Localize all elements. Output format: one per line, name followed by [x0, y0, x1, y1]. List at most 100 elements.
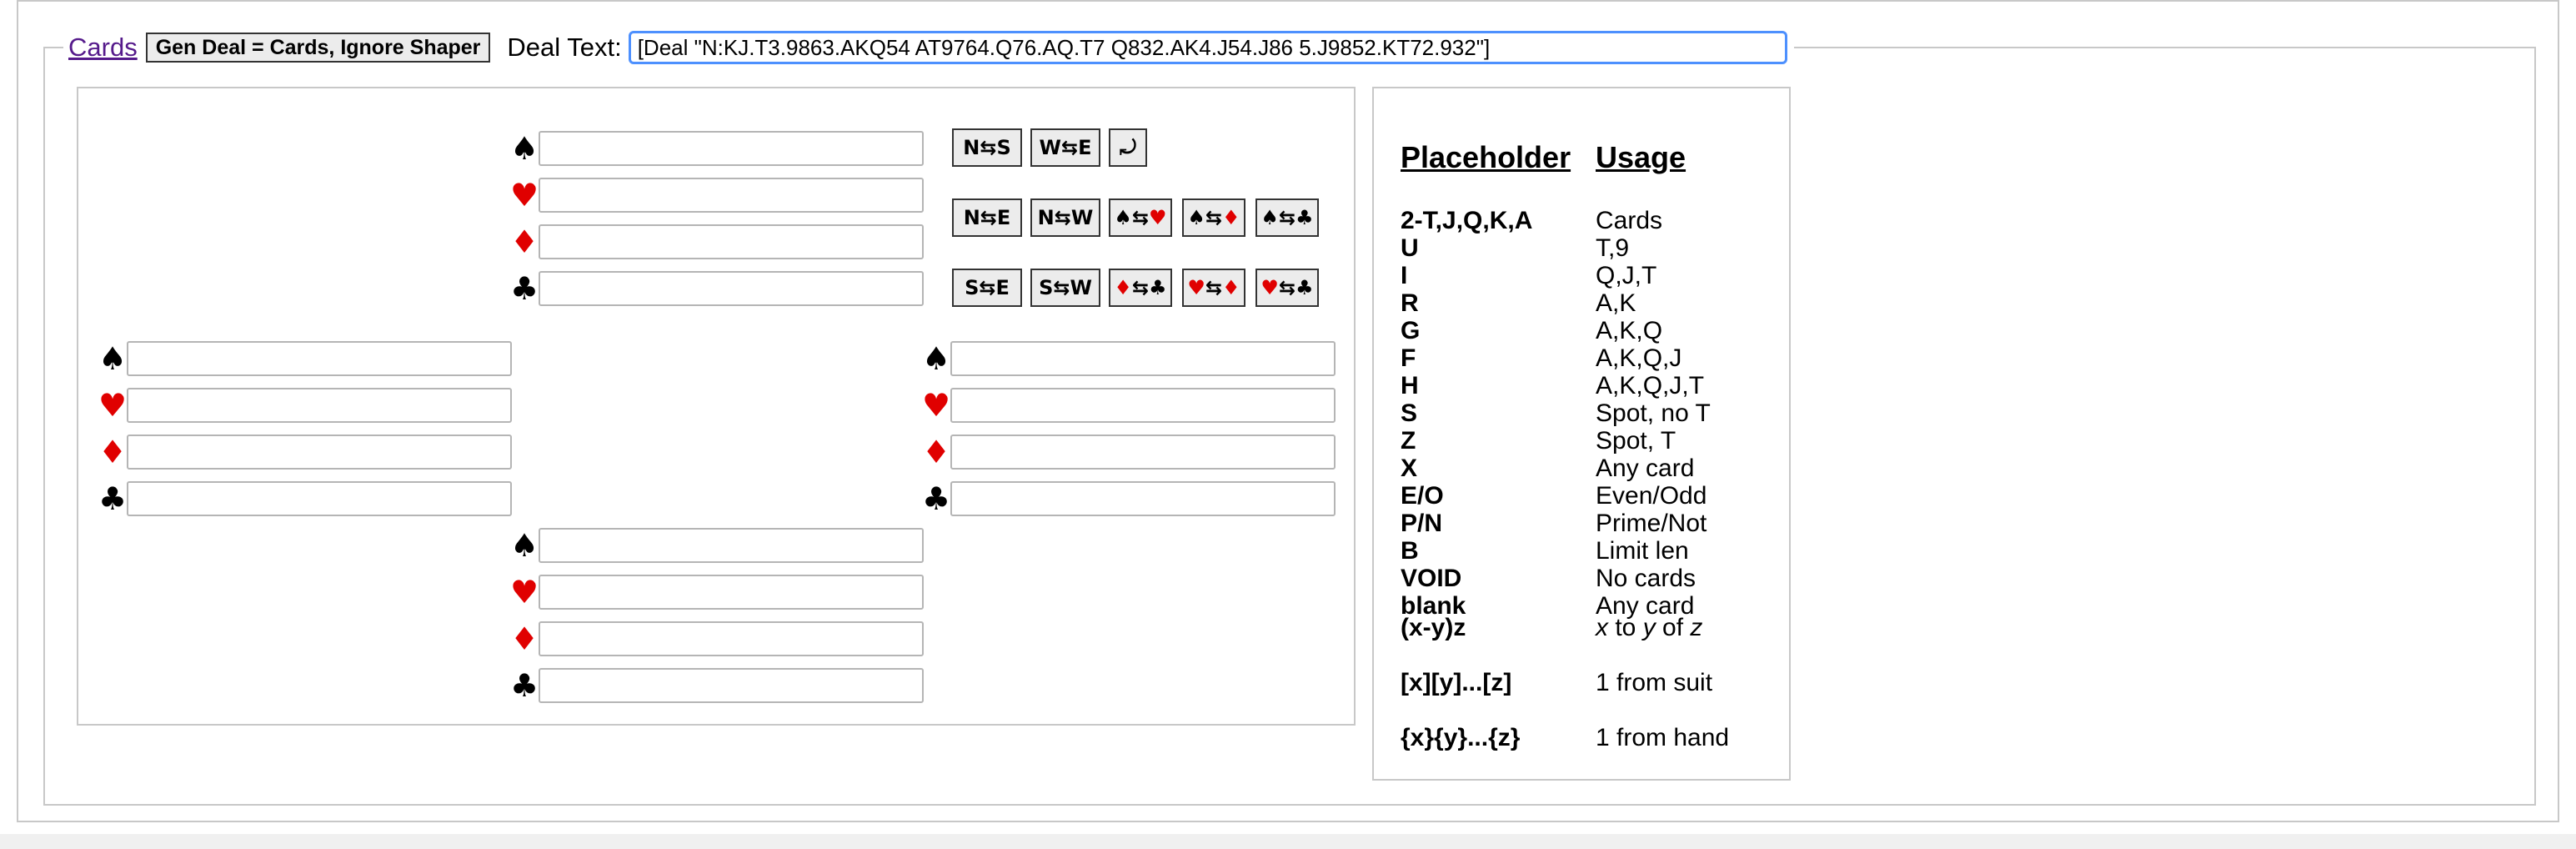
- diamond-icon: ♦: [1222, 206, 1240, 229]
- placeholder-row-range: (x-y)z x to y of z: [1401, 614, 1702, 641]
- placeholder-row: F A,K,Q,J: [1401, 344, 1681, 372]
- placeholder-usage: A,K,Q: [1596, 317, 1663, 344]
- diamond-icon: ♦: [1114, 276, 1132, 299]
- swap-arrow-icon: ⇆: [1278, 206, 1296, 229]
- north-spades-row: ♠: [510, 130, 924, 167]
- spade-icon: ♠: [510, 527, 539, 564]
- north-spades-input[interactable]: [539, 131, 924, 166]
- placeholder-row: Z Spot, T: [1401, 427, 1676, 455]
- east-hearts-input[interactable]: [950, 388, 1336, 423]
- cards-link[interactable]: Cards: [68, 33, 138, 63]
- placeholder-usage: Any card: [1596, 455, 1695, 482]
- placeholder-usage: Spot, T: [1596, 427, 1676, 455]
- placeholder-row: S Spot, no T: [1401, 399, 1711, 427]
- placeholder-key: R: [1401, 289, 1419, 317]
- south-hearts-input[interactable]: [539, 575, 924, 610]
- east-spades-row: ♠: [922, 340, 1336, 377]
- placeholder-row: P/N Prime/Not: [1401, 510, 1706, 537]
- south-clubs-row: ♣: [510, 667, 924, 704]
- swap-spades-hearts-button[interactable]: ♠ ⇆ ♥: [1109, 198, 1172, 237]
- south-spades-input[interactable]: [539, 528, 924, 563]
- placeholder-usage: No cards: [1596, 565, 1696, 592]
- placeholder-row: I Q,J,T: [1401, 262, 1656, 289]
- north-diamonds-input[interactable]: [539, 224, 924, 259]
- swap-hearts-diamonds-button[interactable]: ♥ ⇆ ♦: [1182, 269, 1245, 307]
- west-diamonds-row: ♦: [98, 434, 512, 470]
- deal-text-label: Deal Text:: [507, 33, 622, 62]
- swap-diamonds-clubs-button[interactable]: ♦ ⇆ ♣: [1109, 269, 1172, 307]
- placeholder-key: [x][y]...[z]: [1401, 669, 1512, 696]
- placeholder-usage: T,9: [1596, 234, 1630, 262]
- placeholder-row: X Any card: [1401, 455, 1694, 482]
- placeholder-usage: Even/Odd: [1596, 482, 1707, 510]
- south-hearts-row: ♥: [510, 574, 924, 610]
- heart-icon: ♥: [1260, 276, 1279, 299]
- north-clubs-input[interactable]: [539, 271, 924, 306]
- placeholder-row: G A,K,Q: [1401, 317, 1662, 344]
- placeholder-row: B Limit len: [1401, 537, 1689, 565]
- placeholder-key: G: [1401, 317, 1421, 344]
- placeholder-usage: Spot, no T: [1596, 399, 1711, 427]
- placeholder-usage: 1 from suit: [1596, 669, 1713, 696]
- west-hearts-input[interactable]: [127, 388, 512, 423]
- placeholder-row-suit: [x][y]...[z] 1 from suit: [1401, 669, 1712, 696]
- placeholder-row: 2-T,J,Q,K,A Cards: [1401, 207, 1662, 234]
- placeholder-row: H A,K,Q,J,T: [1401, 372, 1704, 399]
- placeholder-row: VOID No cards: [1401, 565, 1696, 592]
- placeholder-row: E/O Even/Odd: [1401, 482, 1706, 510]
- east-spades-input[interactable]: [950, 341, 1336, 376]
- placeholder-header: Placeholder: [1401, 140, 1571, 174]
- placeholder-key: X: [1401, 455, 1418, 482]
- deal-text-input[interactable]: [628, 31, 1787, 64]
- diamond-icon: ♦: [922, 434, 951, 470]
- spade-icon: ♠: [98, 340, 128, 377]
- west-clubs-input[interactable]: [127, 481, 512, 516]
- swap-north-south-button[interactable]: N⇆S: [952, 128, 1022, 167]
- east-clubs-input[interactable]: [950, 481, 1336, 516]
- north-hearts-input[interactable]: [539, 178, 924, 213]
- placeholder-row: R A,K: [1401, 289, 1636, 317]
- heart-icon: ♥: [1149, 206, 1167, 229]
- diamond-icon: ♦: [510, 620, 539, 657]
- spade-icon: ♠: [922, 340, 951, 377]
- placeholder-key: U: [1401, 234, 1419, 262]
- south-spades-row: ♠: [510, 527, 924, 564]
- swap-south-east-button[interactable]: S⇆E: [952, 269, 1022, 307]
- placeholder-key: {x}{y}...{z}: [1401, 724, 1521, 751]
- south-clubs-input[interactable]: [539, 668, 924, 703]
- swap-spades-diamonds-button[interactable]: ♠ ⇆ ♦: [1182, 198, 1245, 237]
- club-icon: ♣: [922, 480, 951, 517]
- swap-arrow-icon: ⇆: [1131, 206, 1150, 229]
- placeholder-row-hand: {x}{y}...{z} 1 from hand: [1401, 724, 1729, 751]
- west-spades-row: ♠: [98, 340, 512, 377]
- placeholder-key: B: [1401, 537, 1419, 565]
- usage-header: Usage: [1596, 140, 1686, 174]
- placeholder-usage: Q,J,T: [1596, 262, 1657, 289]
- west-spades-input[interactable]: [127, 341, 512, 376]
- gen-deal-button[interactable]: Gen Deal = Cards, Ignore Shaper: [145, 33, 491, 63]
- west-clubs-row: ♣: [98, 480, 512, 517]
- north-hearts-row: ♥: [510, 177, 924, 214]
- heart-icon: ♥: [510, 574, 539, 610]
- club-icon: ♣: [1296, 206, 1314, 229]
- spade-icon: ♠: [1187, 206, 1205, 229]
- swap-west-east-button[interactable]: W⇆E: [1030, 128, 1100, 167]
- west-diamonds-input[interactable]: [127, 435, 512, 470]
- placeholder-key: VOID: [1401, 565, 1462, 592]
- swap-south-west-button[interactable]: S⇆W: [1030, 269, 1100, 307]
- placeholder-usage: Limit len: [1596, 537, 1689, 565]
- club-icon: ♣: [1149, 276, 1167, 299]
- swap-north-west-button[interactable]: N⇆W: [1030, 198, 1100, 237]
- south-diamonds-input[interactable]: [539, 621, 924, 656]
- rotate-button[interactable]: ⤾: [1109, 128, 1147, 167]
- placeholder-key: E/O: [1401, 482, 1444, 510]
- west-hearts-row: ♥: [98, 387, 512, 424]
- east-diamonds-input[interactable]: [950, 435, 1336, 470]
- swap-spades-clubs-button[interactable]: ♠ ⇆ ♣: [1255, 198, 1319, 237]
- swap-north-east-button[interactable]: N⇆E: [952, 198, 1022, 237]
- placeholder-key: 2-T,J,Q,K,A: [1401, 207, 1533, 234]
- swap-hearts-clubs-button[interactable]: ♥ ⇆ ♣: [1255, 269, 1319, 307]
- placeholder-key: S: [1401, 399, 1418, 427]
- placeholder-usage: Cards: [1596, 207, 1663, 234]
- heart-icon: ♥: [1187, 276, 1205, 299]
